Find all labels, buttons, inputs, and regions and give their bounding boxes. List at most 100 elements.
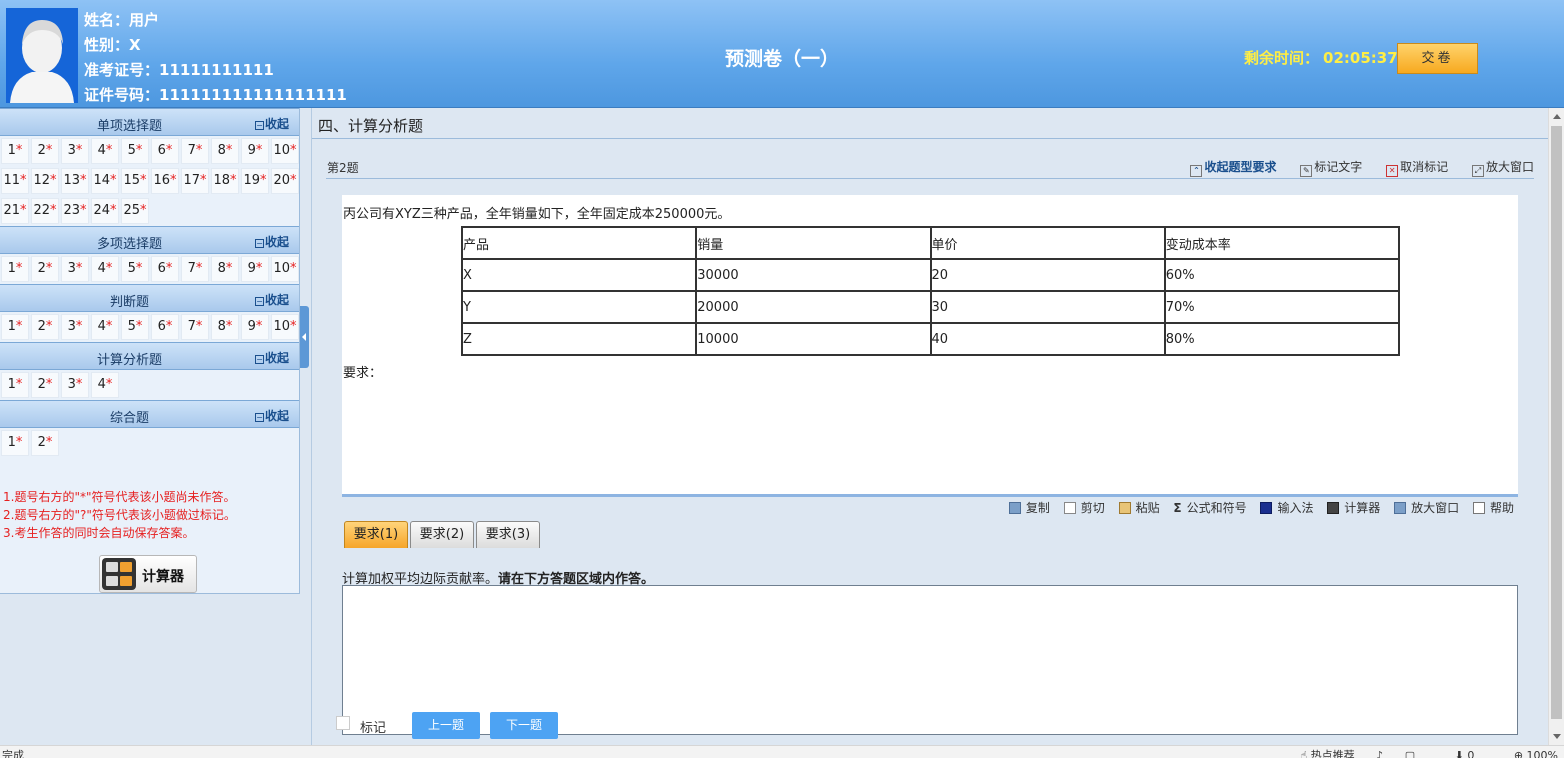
calculator-button[interactable]: 计算器	[99, 555, 197, 593]
question-number-button[interactable]: 5*	[121, 256, 149, 282]
requirement-tab-1[interactable]: 要求(1)	[344, 521, 408, 548]
question-number-button[interactable]: 2*	[31, 256, 59, 282]
question-number-label: 6	[157, 143, 166, 158]
question-number-button[interactable]: 7*	[181, 256, 209, 282]
question-number-button[interactable]: 14*	[91, 168, 119, 194]
panel-splitter[interactable]	[300, 108, 312, 748]
question-number-button[interactable]: 9*	[241, 256, 269, 282]
collapse-section-button[interactable]: − 收起	[254, 407, 289, 424]
mark-question-checkbox[interactable]	[336, 716, 350, 730]
question-number-button[interactable]: 1*	[1, 256, 29, 282]
collapse-section-button[interactable]: − 收起	[254, 291, 289, 308]
question-number-button[interactable]: 6*	[151, 256, 179, 282]
question-number-button[interactable]: 17*	[181, 168, 209, 194]
question-number-button[interactable]: 4*	[91, 138, 119, 164]
sound-icon[interactable]: ♪	[1376, 749, 1383, 758]
question-number-button[interactable]: 6*	[151, 138, 179, 164]
question-number-button[interactable]: 2*	[31, 372, 59, 398]
question-number-button[interactable]: 12*	[31, 168, 59, 194]
question-number-button[interactable]: 25*	[121, 198, 149, 224]
unanswered-mark: *	[80, 173, 87, 188]
question-number-button[interactable]: 1*	[1, 138, 29, 164]
help-button[interactable]: 帮助	[1472, 501, 1514, 515]
question-number-button[interactable]: 21*	[1, 198, 29, 224]
question-number-button[interactable]: 3*	[61, 314, 89, 340]
requirement-tab-3[interactable]: 要求(3)	[476, 521, 540, 548]
question-number-button[interactable]: 8*	[211, 314, 239, 340]
question-row: 1* 2* 3* 4* 5* 6* 7* 8* 9* 10*	[0, 136, 299, 166]
question-number-button[interactable]: 9*	[241, 314, 269, 340]
window-icon[interactable]: ▢	[1405, 749, 1415, 758]
question-number-button[interactable]: 3*	[61, 138, 89, 164]
question-number-button[interactable]: 7*	[181, 138, 209, 164]
question-number-button[interactable]: 4*	[91, 314, 119, 340]
question-number-button[interactable]: 2*	[31, 314, 59, 340]
unmark-button[interactable]: ✕ 取消标记	[1376, 160, 1448, 177]
unanswered-mark: *	[45, 261, 53, 276]
question-number-button[interactable]: 5*	[121, 138, 149, 164]
question-number-button[interactable]: 9*	[241, 138, 269, 164]
question-number-button[interactable]: 3*	[61, 256, 89, 282]
enlarge-window-button[interactable]: ⤢ 放大窗口	[1462, 160, 1534, 177]
input-method-button[interactable]: 输入法	[1260, 501, 1313, 515]
question-number-button[interactable]: 1*	[1, 314, 29, 340]
question-number-label: 1	[7, 319, 16, 334]
question-number-label: 10	[273, 319, 291, 334]
question-number-button[interactable]: 1*	[1, 430, 29, 456]
question-number-button[interactable]: 4*	[91, 256, 119, 282]
next-question-button[interactable]: 下一题	[490, 712, 558, 739]
question-number-button[interactable]: 1*	[1, 372, 29, 398]
note-1: 1.题号右方的"*"符号代表该小题尚未作答。	[3, 490, 236, 504]
question-number-button[interactable]: 10*	[271, 138, 299, 164]
requirement-tab-2[interactable]: 要求(2)	[410, 521, 474, 548]
question-number-button[interactable]: 2*	[31, 138, 59, 164]
collapse-section-button[interactable]: − 收起	[254, 115, 289, 132]
question-number-button[interactable]: 2*	[31, 430, 59, 456]
question-number-button[interactable]: 18*	[211, 168, 239, 194]
previous-question-button[interactable]: 上一题	[412, 712, 480, 739]
paste-button[interactable]: 粘贴	[1118, 501, 1160, 515]
copy-button[interactable]: 复制	[1008, 501, 1050, 515]
question-number-button[interactable]: 20*	[271, 168, 299, 194]
zoom-level[interactable]: ⊕ 100%	[1496, 749, 1558, 758]
question-number-button[interactable]: 11*	[1, 168, 29, 194]
question-number-button[interactable]: 19*	[241, 168, 269, 194]
question-number-button[interactable]: 10*	[271, 314, 299, 340]
question-number-button[interactable]: 7*	[181, 314, 209, 340]
question-number-button[interactable]: 23*	[61, 198, 89, 224]
collapse-sidebar-handle[interactable]	[300, 306, 309, 368]
question-number-button[interactable]: 6*	[151, 314, 179, 340]
question-number-button[interactable]: 22*	[31, 198, 59, 224]
scrollbar-thumb[interactable]	[1551, 126, 1562, 719]
download-count[interactable]: ⬇ 0	[1437, 749, 1475, 758]
question-number-label: 4	[97, 261, 106, 276]
collapse-section-button[interactable]: − 收起	[254, 349, 289, 366]
submit-exam-button[interactable]: 交卷	[1397, 43, 1478, 74]
question-number-button[interactable]: 24*	[91, 198, 119, 224]
scroll-down-icon[interactable]	[1553, 734, 1561, 739]
formula-button[interactable]: Σ 公式和符号	[1173, 501, 1246, 515]
enlarge-editor-button[interactable]: 放大窗口	[1394, 501, 1459, 515]
question-number-button[interactable]: 13*	[61, 168, 89, 194]
hot-recommend[interactable]: ☝ 热点推荐	[1282, 749, 1354, 758]
unanswered-mark: *	[105, 377, 113, 392]
scroll-up-icon[interactable]	[1553, 114, 1561, 119]
mark-text-button[interactable]: ✎ 标记文字	[1290, 160, 1362, 177]
cut-button[interactable]: 剪切	[1063, 501, 1105, 515]
question-number-button[interactable]: 16*	[151, 168, 179, 194]
question-number-button[interactable]: 5*	[121, 314, 149, 340]
collapse-section-button[interactable]: − 收起	[254, 233, 289, 250]
unanswered-mark: *	[135, 143, 143, 158]
question-row: 11* 12* 13* 14* 15* 16* 17* 18* 19* 20*	[0, 166, 299, 196]
section-title: 四、计算分析题	[318, 117, 424, 135]
collapse-requirements-button[interactable]: ⌃ 收起题型要求	[1180, 160, 1276, 177]
question-number-button[interactable]: 4*	[91, 372, 119, 398]
question-number-label: 18	[213, 173, 231, 188]
question-number-button[interactable]: 8*	[211, 256, 239, 282]
question-number-button[interactable]: 8*	[211, 138, 239, 164]
question-number-button[interactable]: 3*	[61, 372, 89, 398]
question-number-button[interactable]: 10*	[271, 256, 299, 282]
calculator-tool-button[interactable]: 计算器	[1327, 501, 1380, 515]
question-number-button[interactable]: 15*	[121, 168, 149, 194]
vertical-scrollbar[interactable]	[1548, 108, 1564, 745]
